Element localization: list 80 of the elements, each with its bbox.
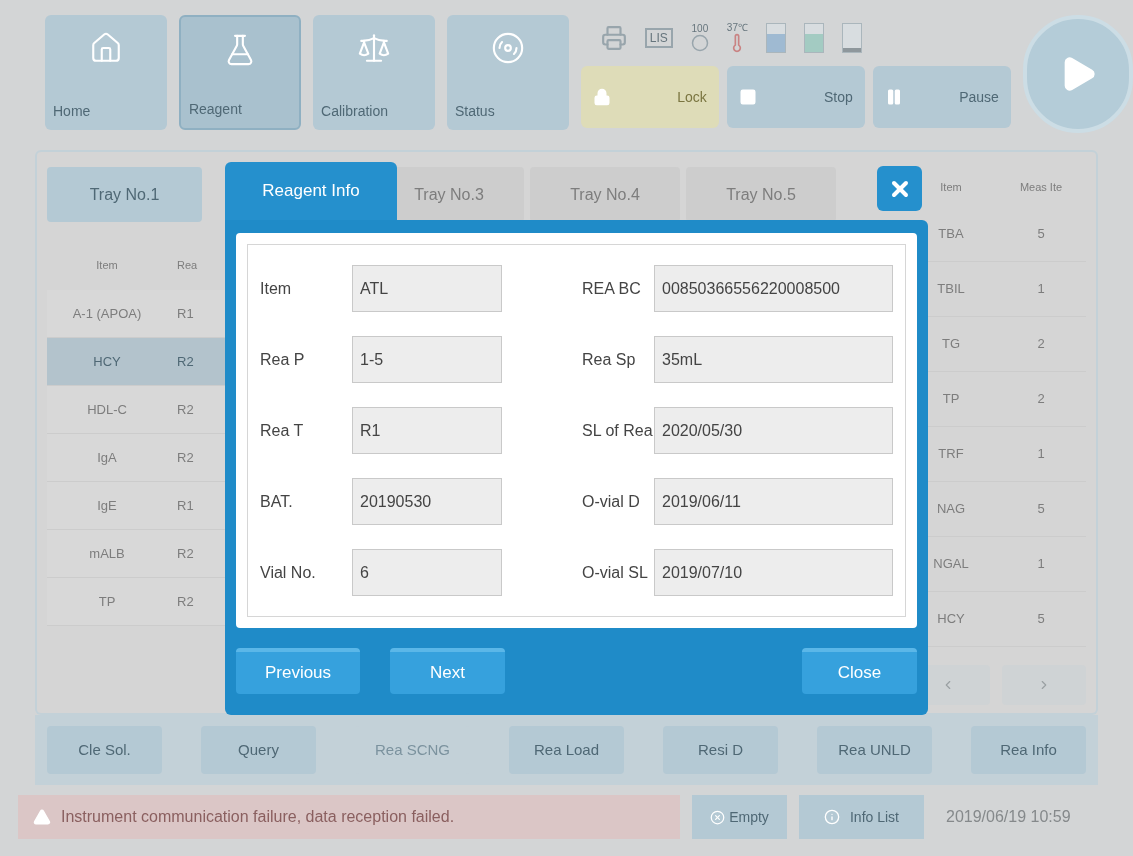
bottle-icon [766,22,786,53]
table-cell-text: 5 [1036,500,1046,519]
table-cell-text: TBA [937,225,965,244]
action-button[interactable]: Stop [726,66,865,128]
bottle-icon [842,22,862,53]
value-field[interactable]: 6 [352,549,502,596]
empty-button[interactable]: Empty [692,795,787,839]
warning-icon [33,808,51,826]
value-field[interactable]: 2020/05/30 [654,407,893,454]
field-label: SL of Rea [582,420,654,441]
close-dialog-button[interactable]: Close [802,648,917,694]
action-button[interactable]: Query [201,726,316,774]
value-field[interactable]: ATL [352,265,502,312]
info-list-button[interactable]: Info List [799,795,924,839]
table-cell-text: TP [941,390,961,409]
value-field[interactable]: R1 [352,407,502,454]
printer-icon [600,24,627,51]
previous-button[interactable]: Previous [236,648,360,694]
field-label: REA BC [582,278,642,299]
table-cell-text: 2 [1036,390,1046,409]
action-button[interactable]: Rea Info [971,726,1086,774]
circle-icon [690,33,709,52]
table-row[interactable]: HCY R2 [47,338,227,386]
field-label: Rea T [260,420,305,441]
datetime: 2019/06/19 10:59 [946,807,1071,827]
column-header: Item [95,257,119,273]
counter-label: 100 [691,23,709,34]
scale-icon [357,31,391,65]
field-label: O-vial D [582,491,641,512]
table-cell-text: 2 [1036,335,1046,354]
reel-icon [490,31,525,65]
nav-button[interactable]: Home [45,15,167,130]
tray-tab[interactable]: Tray No.1 [47,167,202,222]
value-field[interactable]: 2019/07/10 [654,549,893,596]
value-field[interactable]: 1-5 [352,336,502,383]
field-label: BAT. [260,491,294,512]
temperature-label: 37℃ [726,22,748,33]
field-label: Item [260,278,293,299]
tray-tab[interactable]: Tray No.5 [686,167,836,222]
table-cell-text: TG [940,335,962,354]
action-button[interactable]: Cle Sol. [47,726,162,774]
tray-tab[interactable]: Tray No.4 [530,167,680,222]
table-cell-text: 1 [1036,445,1046,464]
action-button[interactable]: Rea UNLD [817,726,932,774]
table-cell-text: 1 [1036,280,1046,299]
action-button[interactable]: Resi D [663,726,778,774]
nav-button[interactable]: Status [446,15,569,130]
table-cell-text: 5 [1036,610,1046,629]
action-button[interactable]: Pause [872,66,1011,128]
table-cell-text: NAG [935,500,967,519]
table-cell-text: 1 [1036,555,1046,574]
next-button[interactable]: Next [390,648,505,694]
close-button[interactable] [877,166,922,211]
field-label: Rea P [260,349,306,370]
value-field[interactable]: 00850366556220008500 [654,265,893,312]
lis-label: LIS [644,27,673,48]
table-cell-text: TRF [937,445,965,464]
table-cell-text: TBIL [936,280,966,299]
value-field[interactable]: 2019/06/11 [654,478,893,525]
table-cell-text: 5 [1036,225,1046,244]
field-label: Vial No. [260,562,317,583]
field-label: Rea Sp [582,349,637,370]
column-header: Item [939,179,963,195]
action-button[interactable]: Lock [580,66,719,128]
field-label: O-vial SL [582,562,649,583]
stop-icon [738,88,757,106]
table-cell-text: HCY [936,610,966,629]
value-field[interactable]: 20190530 [352,478,502,525]
dialog-tab[interactable]: Reagent Info [225,162,397,220]
bottle-icon [804,22,824,53]
nav-button[interactable]: Calibration [313,15,435,130]
alert-message: Instrument communication failure, data reception failed. [61,807,455,827]
circle-x-icon [710,809,726,825]
nav-button[interactable]: Reagent [178,15,302,130]
value-field[interactable]: 35mL [654,336,893,383]
info-icon [824,809,840,825]
column-header: Rea [176,257,198,273]
action-button[interactable]: Rea Load [509,726,624,774]
column-header: Meas Ite [1018,179,1064,195]
table-cell-text: NGAL [932,555,970,574]
